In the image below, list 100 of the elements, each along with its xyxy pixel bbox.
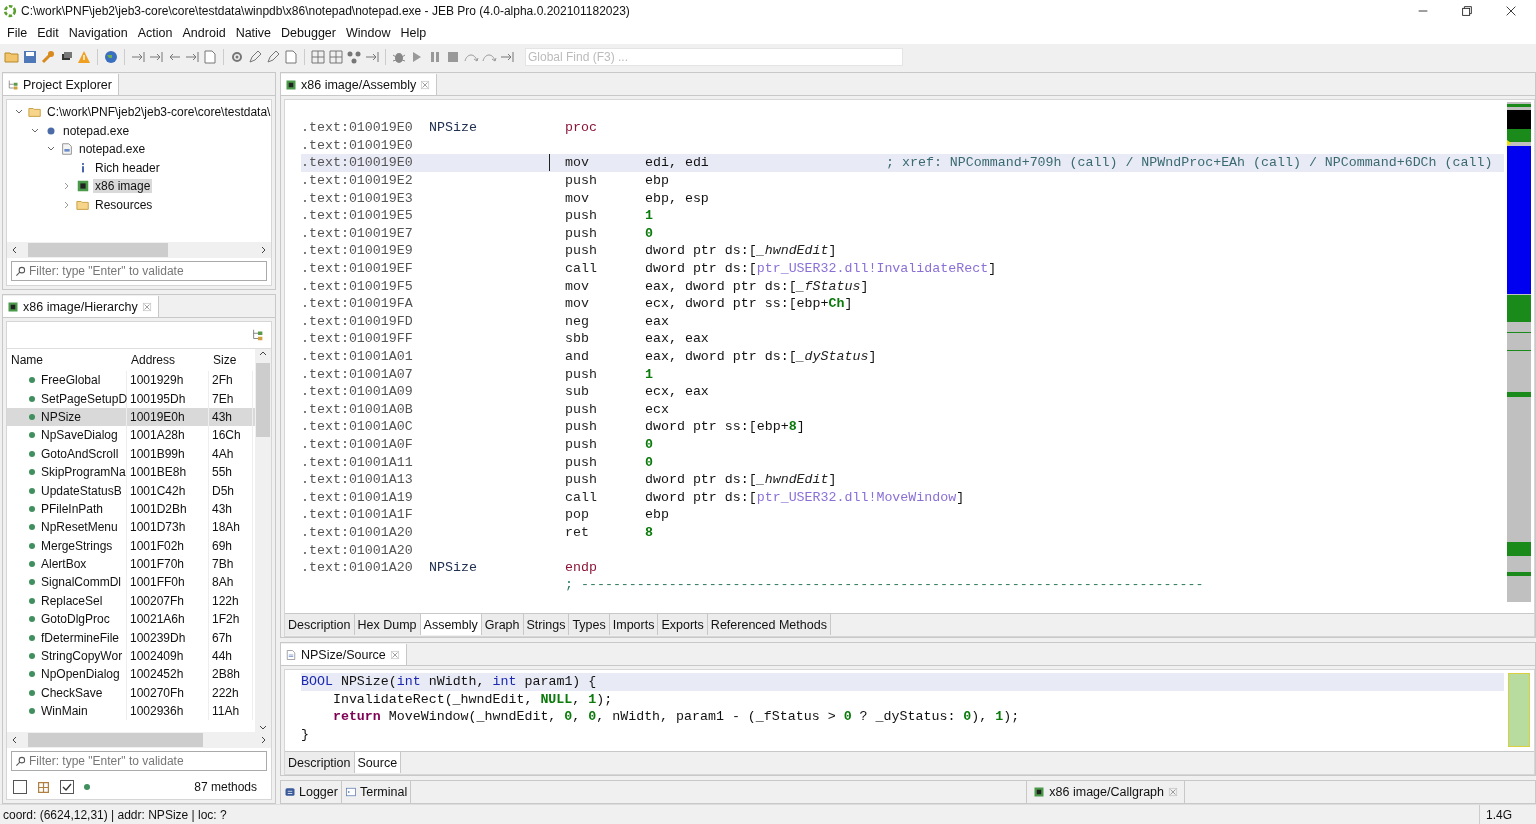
code-line[interactable]: .text:01001A20 [301,541,1504,559]
view-tab[interactable]: Terminal [341,781,412,803]
view-tab[interactable]: Referenced Methods [707,614,831,635]
tree-item[interactable]: notepad.exe [61,123,132,138]
view-tab[interactable]: Description [285,614,355,635]
view-tab[interactable]: x86 image/Callgraph [1026,781,1185,803]
pencil-icon[interactable] [247,49,263,65]
code-line[interactable]: .text:01001A09 sub ecx, eax [301,382,1504,401]
column-header[interactable]: Name [7,353,127,367]
menu-item[interactable]: Android [177,24,231,42]
scrollbar-thumb[interactable] [28,243,168,257]
code-line[interactable]: .text:010019FA mov ecx, dword ptr ss:[ebp+Ch] [301,294,1504,313]
code-line[interactable]: .text:01001A0C push dword ptr ss:[ebp+8] [301,418,1504,436]
grid-icon[interactable] [37,780,50,794]
view-tab[interactable]: Assembly [420,614,482,635]
view-tab[interactable]: Logger [281,781,342,803]
view-tab[interactable]: Description [285,752,355,773]
tree-item[interactable]: C:\work\PNF\jeb2\jeb3-core\core\testdata\ [45,105,273,120]
globe-icon[interactable] [103,49,119,65]
code-line[interactable]: .text:01001A0F push 0 [301,435,1504,454]
code-line[interactable]: .text:010019E9 push dword ptr ds:[_hwndEdit] [301,242,1504,260]
code-line[interactable]: .text:010019E0 NPSize proc [301,119,1504,137]
code-line[interactable]: .text:010019E2 push ebp [301,171,1504,190]
scrollbar-thumb[interactable] [28,733,203,747]
table-row[interactable]: MergeStrings 1001F02h 69h [7,536,255,555]
code-line[interactable]: .text:01001A13 push dword ptr ds:[_hwndEdit] [301,470,1504,489]
document-icon[interactable] [283,49,299,65]
column-header[interactable]: Size [209,353,253,367]
arrow-right-icon[interactable] [130,49,146,65]
code-line[interactable]: .text:01001A11 push 0 [301,453,1504,471]
search-field[interactable]: Global Find (F3) ... [525,48,903,66]
table-row[interactable]: NpOpenDialog 1002452h 2B8h [7,665,255,684]
table-row[interactable]: SetPageSetupD 100195Dh 7Eh [7,389,255,408]
grid-icon[interactable] [310,49,326,65]
code-line[interactable]: .text:01001A20 NPSize endp [301,558,1504,577]
arrow-right-icon[interactable] [499,49,515,65]
tree-item[interactable]: Rich header [93,160,162,175]
view-tab[interactable]: Source [354,752,402,773]
save-icon[interactable] [22,49,38,65]
view-tab[interactable]: Exports [658,614,708,635]
code-line[interactable]: .text:01001A20 ret 8 [301,523,1504,542]
table-row[interactable]: fDetermineFile 100239Dh 67h [7,628,255,647]
vertical-scrollbar[interactable] [255,349,271,732]
code-line[interactable]: .text:01001A0B push ecx [301,400,1504,419]
arrow-right-icon[interactable] [148,49,164,65]
table-row[interactable]: StringCopyWor 1002409h 44h [7,646,255,666]
close-icon[interactable] [1504,4,1518,18]
nodes-icon[interactable] [346,49,362,65]
checkbox[interactable] [13,780,27,794]
stop-icon[interactable] [445,49,461,65]
view-tab[interactable]: Graph [481,614,524,635]
horizontal-scrollbar[interactable] [7,732,271,748]
table-row[interactable]: WinMain 1002936h 11Ah [7,702,255,721]
overview-drawing[interactable] [1507,102,1531,602]
table-row[interactable]: AlertBox 1001F70h 7Bh [7,554,255,574]
table-row[interactable]: FreeGlobal 1001929h 2Fh [7,371,255,390]
code-line[interactable]: .text:01001A07 push 1 [301,365,1504,383]
code-line[interactable]: .text:010019E7 push 0 [301,224,1504,243]
view-tab[interactable]: x86 image/Hierarchy [3,296,159,317]
table-row[interactable]: UpdateStatusB 1001C42h D5h [7,481,255,500]
scrollbar-thumb[interactable] [256,363,270,437]
view-tab[interactable]: Types [569,614,610,635]
menu-item[interactable]: Help [395,24,432,42]
menu-item[interactable]: Debugger [276,24,341,42]
menu-item[interactable]: Native [230,24,277,42]
view-tab[interactable]: Project Explorer [3,74,119,95]
editor-tab[interactable]: x86 image/Assembly [281,74,438,95]
document-icon[interactable] [202,49,218,65]
view-tab[interactable]: Strings [523,614,570,635]
code-line[interactable]: .text:010019FF sbb eax, eax [301,330,1504,348]
code-line[interactable]: .text:010019E0 [301,136,1504,155]
code-line[interactable]: .text:010019F5 mov eax, dword ptr ds:[_fStatus] [301,277,1504,295]
checkbox[interactable] [60,780,74,794]
table-row[interactable]: ReplaceSel 100207Fh 122h [7,591,255,611]
arrow-right-icon[interactable] [184,49,200,65]
code-line[interactable]: .text:010019FD neg eax [301,312,1504,331]
code-line[interactable]: .text:010019E3 mov ebp, esp [301,189,1504,207]
menu-item[interactable]: Action [132,24,178,42]
table-row[interactable]: NpResetMenu 1001D73h 18Ah [7,518,255,537]
pencil-icon[interactable] [265,49,281,65]
filter-field[interactable]: Filter: type "Enter" to validate [11,751,267,771]
code-line[interactable]: ; ------------------------------------------------------------------------------ [301,576,1504,595]
menu-item[interactable]: Edit [32,24,64,42]
restore-icon[interactable] [1460,4,1474,18]
folder-icon[interactable] [4,49,20,65]
code-line[interactable]: InvalidateRect(_hwndEdit, NULL, 1); [301,690,1504,709]
grid-icon[interactable] [328,49,344,65]
code-line[interactable]: return MoveWindow(_hwndEdit, 0, 0, nWidth, param1 - (_fStatus > 0 ? _dyStatus: 0), 1); [301,708,1504,726]
code-line[interactable]: .text:01001A1F pop ebp [301,506,1504,524]
code-line[interactable]: .text:01001A01 and eax, dword ptr ds:[_dyStatus] [301,347,1504,366]
table-row[interactable]: PFileInPath 1001D2Bh 43h [7,499,255,519]
code-line[interactable]: .text:010019E5 push 1 [301,206,1504,225]
table-row[interactable]: CheckSave 100270Fh 222h [7,683,255,703]
menu-item[interactable]: File [2,24,33,42]
table-row[interactable]: NpSaveDialog 1001A28h 16Ch [7,426,255,445]
menu-item[interactable]: Navigation [63,24,133,42]
tree-item[interactable]: x86 image [93,179,153,194]
code-line[interactable]: } [301,725,1504,744]
table-row[interactable]: GotoDlgProc 10021A6h 1F2h [7,610,255,629]
table-row[interactable]: SignalCommDl 1001FF0h 8Ah [7,573,255,592]
